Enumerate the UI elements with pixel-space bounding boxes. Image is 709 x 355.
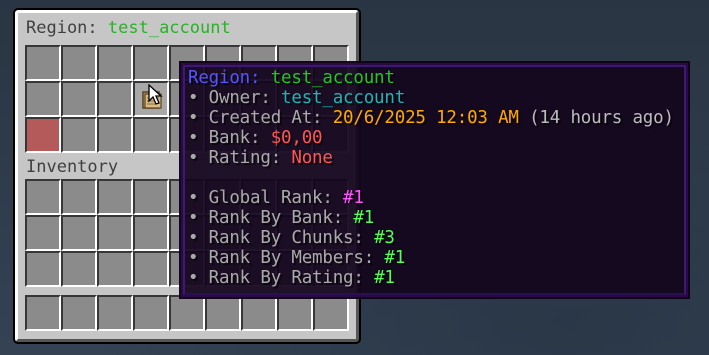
global-rank-label: Global Rank: xyxy=(198,188,344,208)
tooltip-spacer xyxy=(188,168,681,188)
bullet: • xyxy=(188,148,199,168)
bank-label: Bank: xyxy=(198,128,271,148)
chest-slot[interactable] xyxy=(97,45,133,81)
chest-slot[interactable] xyxy=(61,81,97,117)
bullet: • xyxy=(188,108,199,128)
created-label: Created At: xyxy=(198,108,333,128)
inventory-slot[interactable] xyxy=(61,251,97,287)
bullet: • xyxy=(188,88,199,108)
inventory-slot[interactable] xyxy=(61,215,97,251)
chest-slot[interactable] xyxy=(133,45,169,81)
bullet: • xyxy=(188,228,199,248)
hotbar-slot[interactable] xyxy=(205,295,241,331)
rank-bank-label: Rank By Bank: xyxy=(198,208,354,228)
inventory-slot[interactable] xyxy=(133,251,169,287)
tooltip-header-label: Region: xyxy=(188,68,271,88)
hotbar-slot[interactable] xyxy=(241,295,277,331)
hotbar-slot[interactable] xyxy=(169,295,205,331)
created-relative: (14 hours ago) xyxy=(518,108,674,128)
chest-slot[interactable] xyxy=(25,45,61,81)
chest-slot[interactable] xyxy=(97,81,133,117)
tooltip-bank-line: • Bank: $0,00 xyxy=(188,128,681,148)
chest-slot[interactable] xyxy=(61,45,97,81)
rank-rating-value: #1 xyxy=(374,268,395,288)
hotbar-slot[interactable] xyxy=(61,295,97,331)
rank-rating-label: Rank By Rating: xyxy=(198,268,375,288)
inventory-label: Inventory xyxy=(26,157,119,177)
rank-chunks-label: Rank By Chunks: xyxy=(198,228,375,248)
hotbar-slot[interactable] xyxy=(277,295,313,331)
red-barrier-slot[interactable] xyxy=(25,117,61,153)
inventory-slot[interactable] xyxy=(97,215,133,251)
tooltip-rating-line: • Rating: None xyxy=(188,148,681,168)
chest-slot[interactable] xyxy=(25,81,61,117)
container-title: Region: test_account xyxy=(26,18,231,38)
hotbar-slot-grid xyxy=(25,295,349,331)
region-tooltip: Region: test_account • Owner: test_accou… xyxy=(179,61,690,299)
chest-slot[interactable] xyxy=(97,117,133,153)
global-rank-value: #1 xyxy=(343,188,364,208)
inventory-slot[interactable] xyxy=(61,179,97,215)
tooltip-rank-members-line: • Rank By Members: #1 xyxy=(188,248,681,268)
bullet: • xyxy=(188,188,199,208)
owner-value: test_account xyxy=(281,88,406,108)
bullet: • xyxy=(188,128,199,148)
tooltip-created-line: • Created At: 20/6/2025 12:03 AM (14 hou… xyxy=(188,108,681,128)
chest-slot[interactable] xyxy=(133,117,169,153)
tooltip-header: Region: test_account xyxy=(188,68,681,88)
rank-members-label: Rank By Members: xyxy=(198,248,385,268)
container-title-prefix: Region: xyxy=(26,18,108,38)
inventory-slot[interactable] xyxy=(97,179,133,215)
bullet: • xyxy=(188,208,199,228)
created-value: 20/6/2025 12:03 AM xyxy=(332,108,519,128)
bullet: • xyxy=(188,268,199,288)
rank-chunks-value: #3 xyxy=(374,228,395,248)
inventory-slot[interactable] xyxy=(25,179,61,215)
hotbar-slot[interactable] xyxy=(97,295,133,331)
rating-label: Rating: xyxy=(198,148,292,168)
chest-slot[interactable] xyxy=(61,117,97,153)
tooltip-owner-line: • Owner: test_account xyxy=(188,88,681,108)
tooltip-header-name: test_account xyxy=(270,68,395,88)
rating-value: None xyxy=(291,148,333,168)
hotbar-slot[interactable] xyxy=(313,295,349,331)
tooltip-global-rank-line: • Global Rank: #1 xyxy=(188,188,681,208)
tooltip-rank-chunks-line: • Rank By Chunks: #3 xyxy=(188,228,681,248)
hotbar-slot[interactable] xyxy=(133,295,169,331)
rank-bank-value: #1 xyxy=(353,208,375,228)
container-title-name: test_account xyxy=(107,18,231,38)
owner-label: Owner: xyxy=(198,88,282,108)
rank-members-value: #1 xyxy=(384,248,406,268)
inventory-slot[interactable] xyxy=(133,215,169,251)
inventory-slot[interactable] xyxy=(25,251,61,287)
bank-value: $0,00 xyxy=(270,128,323,148)
inventory-slot[interactable] xyxy=(133,179,169,215)
tooltip-rank-bank-line: • Rank By Bank: #1 xyxy=(188,208,681,228)
bullet: • xyxy=(188,248,199,268)
tooltip-rank-rating-line: • Rank By Rating: #1 xyxy=(188,268,681,288)
inventory-slot[interactable] xyxy=(25,215,61,251)
hotbar-slot[interactable] xyxy=(25,295,61,331)
mouse-pointer-icon xyxy=(148,84,163,105)
inventory-slot[interactable] xyxy=(97,251,133,287)
